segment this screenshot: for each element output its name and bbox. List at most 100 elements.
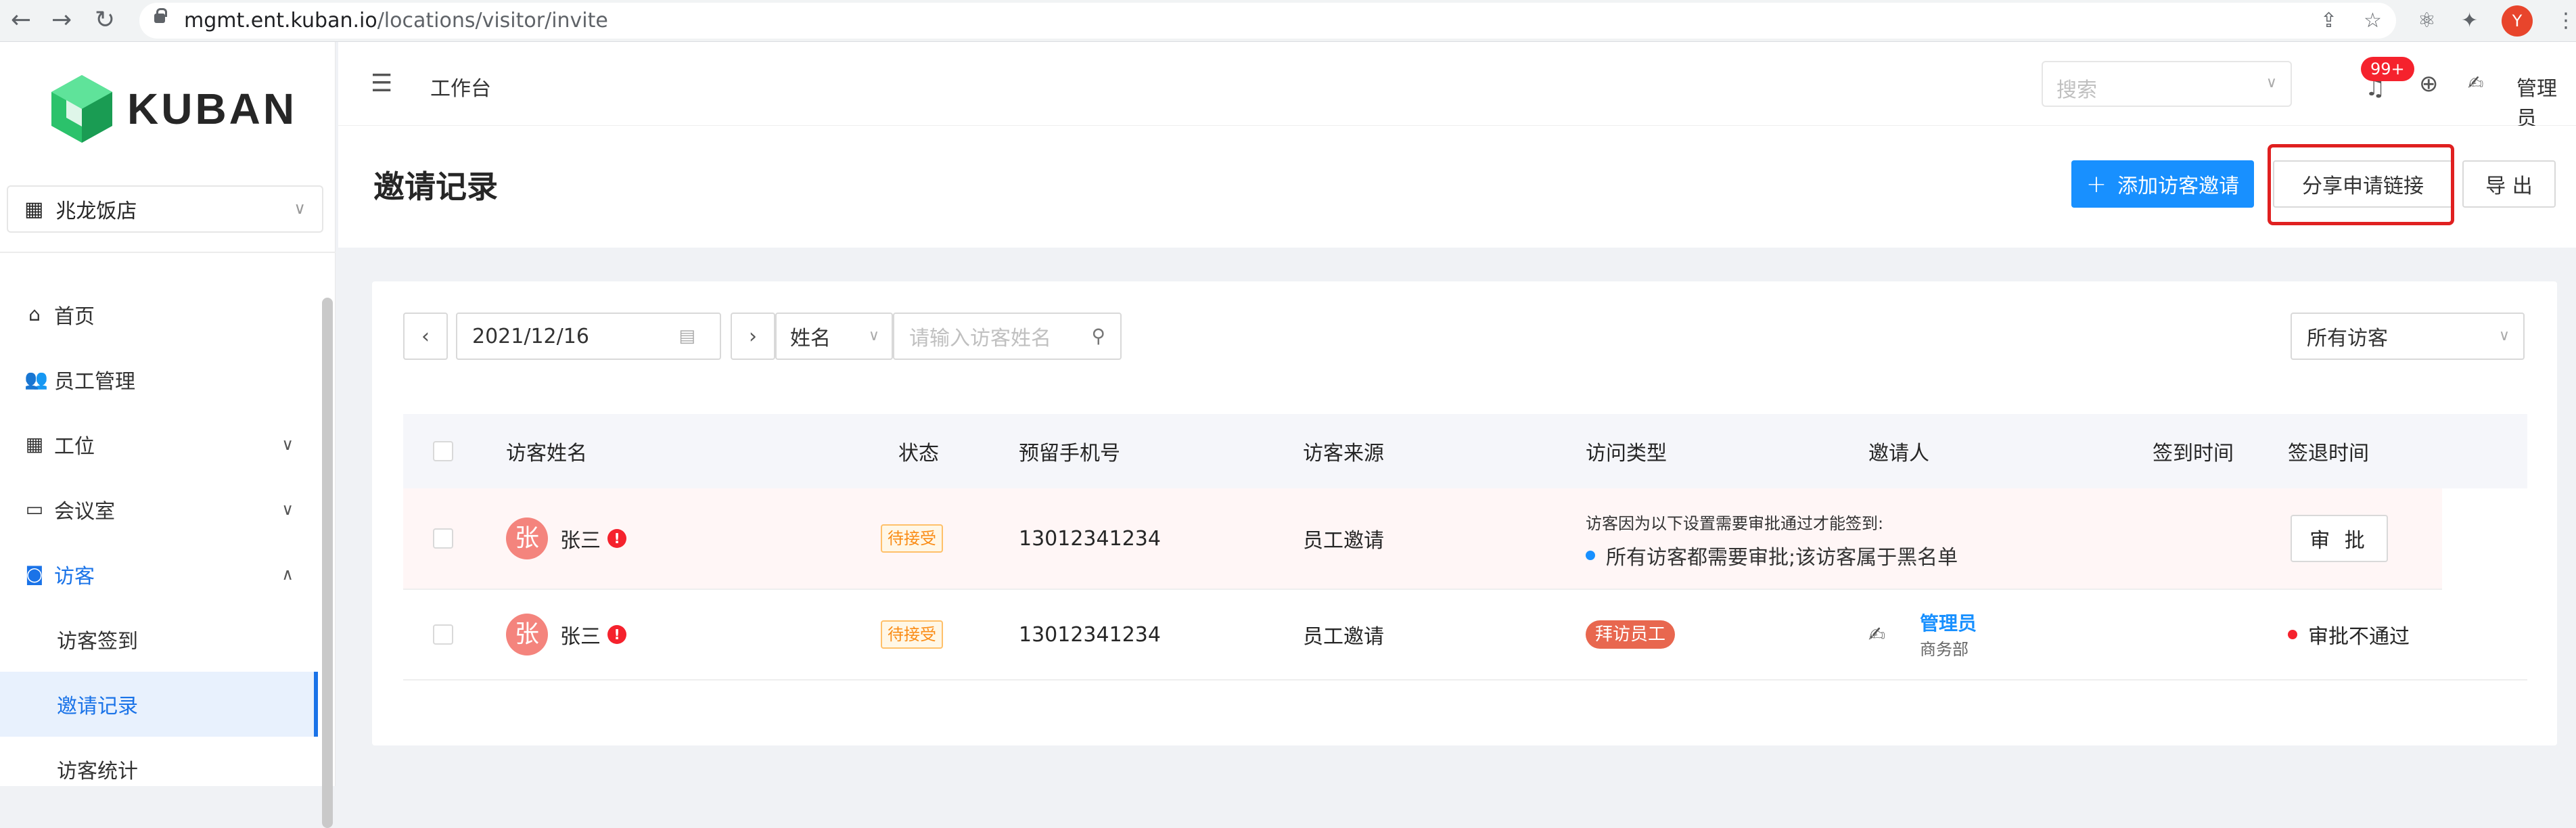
logo-text: KUBAN [127, 85, 298, 133]
column-header: 签退时间 [2288, 442, 2369, 465]
sidebar-item-meeting-rooms[interactable]: ▭ 会议室 ∨ [0, 477, 318, 542]
page-title: 邀请记录 [373, 168, 498, 205]
address-bar[interactable]: mgmt.ent.kuban.io/locations/visitor/invi… [139, 3, 2396, 39]
search-field-select[interactable]: 姓名 ∨ [775, 313, 893, 360]
approval-reason-item: 所有访客都需要审批;该访客属于黑名单 [1586, 540, 1958, 570]
globe-icon[interactable]: ⊕ [2419, 70, 2439, 97]
inviter-avatar: ✍ [1868, 622, 1886, 647]
chevron-up-icon: ∧ [281, 565, 294, 584]
phone-number: 13012341234 [1019, 526, 1161, 551]
table-row[interactable]: 张 张三 ! 待接受 13012341234 员工邀请 访客因为以下设置需要审批… [403, 488, 2527, 590]
column-header: 邀请人 [1868, 442, 1929, 465]
sidebar-item-home[interactable]: ⌂ 首页 [0, 282, 318, 347]
chevron-down-icon: ∨ [281, 435, 294, 454]
table-header: 访客姓名 状态 预留手机号 访客来源 访问类型 邀请人 签到时间 签退时间 [403, 414, 2527, 488]
top-bar: ☰ 工作台 搜索 ∨ ♫ 99+ ⊕ ✍ 管理员 [338, 42, 2576, 131]
calendar-icon: ▤ [678, 326, 695, 346]
user-name[interactable]: 管理员 [2516, 72, 2576, 131]
sidebar-item-employees[interactable]: 👥 员工管理 [0, 347, 318, 412]
profile-avatar[interactable]: Y [2502, 5, 2533, 37]
share-page-icon[interactable]: ⇪ [2320, 9, 2337, 32]
column-header: 访问类型 [1586, 442, 1667, 465]
breadcrumb[interactable]: 工作台 [430, 72, 491, 101]
highlight-annotation-box [2268, 144, 2454, 225]
visitor-source: 员工邀请 [1303, 625, 1384, 649]
collapse-menu-icon[interactable]: ☰ [371, 72, 392, 96]
inviter[interactable]: 管理员 商务部 [1920, 609, 1977, 660]
status-badge: 待接受 [881, 524, 943, 553]
add-visitor-invite-label: 添加访客邀请 [2117, 175, 2240, 198]
chevron-down-icon: ∨ [2266, 74, 2277, 91]
column-header: 状态 [898, 442, 939, 465]
sidebar-item-label: 首页 [54, 305, 95, 329]
sidebar-divider [0, 252, 336, 253]
approval-reason-title: 访客因为以下设置需要审批通过才能签到: [1586, 514, 1884, 533]
visitor-filter-value: 所有访客 [2307, 327, 2388, 350]
inviter-name[interactable]: 管理员 [1920, 609, 1977, 636]
sidebar-item-visitors[interactable]: ◙ 访客 ∧ [0, 542, 318, 607]
column-header: 访客姓名 [506, 442, 587, 465]
approve-button[interactable]: 审 批 [2291, 515, 2388, 562]
search-icon[interactable]: ⚲ [1091, 325, 1105, 347]
reload-icon[interactable]: ↻ [95, 8, 115, 32]
user-avatar[interactable]: ✍ [2468, 72, 2506, 95]
next-day-button[interactable]: › [731, 313, 775, 360]
visitor-name[interactable]: 张三 [560, 620, 601, 649]
alert-icon: ! [607, 529, 626, 548]
select-all-checkbox[interactable] [433, 441, 453, 461]
building-icon: ▦ [24, 197, 44, 221]
row-checkbox[interactable] [433, 624, 453, 645]
visitor-filter-select[interactable]: 所有访客 ∨ [2291, 313, 2525, 360]
filter-bar: ‹ 2021/12/16 ▤ › 姓名 ∨ 请输入访客姓名 ⚲ 所有访客 ∨ [403, 313, 2527, 360]
add-visitor-invite-button[interactable]: + 添加访客邀请 [2071, 160, 2254, 208]
approval-reason-text: 所有访客都需要审批;该访客属于黑名单 [1606, 546, 1958, 570]
visitor-name[interactable]: 张三 [560, 524, 601, 553]
phone-number: 13012341234 [1019, 622, 1161, 647]
react-extension-icon[interactable]: ⚛ [2418, 9, 2436, 32]
global-search-select[interactable]: 搜索 ∨ [2042, 61, 2292, 107]
browser-toolbar: ← → ↻ mgmt.ent.kuban.io/locations/visito… [0, 0, 2576, 42]
sidebar-scrollbar[interactable] [322, 298, 333, 828]
search-field-value: 姓名 [790, 327, 831, 350]
export-button[interactable]: 导 出 [2462, 160, 2556, 208]
date-value: 2021/12/16 [472, 324, 589, 348]
visitor-name-search-input[interactable]: 请输入访客姓名 ⚲ [893, 313, 1122, 360]
status-badge: 待接受 [881, 620, 943, 649]
sidebar-item-desks[interactable]: ▦ 工位 ∨ [0, 412, 318, 477]
home-icon: ⌂ [28, 303, 41, 325]
meeting-room-icon: ▭ [25, 498, 44, 520]
approval-result: 审批不通过 [2288, 620, 2410, 649]
forward-icon[interactable]: → [51, 8, 72, 32]
sidebar-item-label: 会议室 [54, 500, 115, 524]
kuban-logo-icon [51, 75, 112, 143]
column-header: 访客来源 [1303, 442, 1384, 465]
visitor-source: 员工邀请 [1303, 529, 1384, 553]
extensions-puzzle-icon[interactable]: ✦ [2461, 9, 2478, 32]
lock-icon [154, 8, 167, 23]
sidebar-subitem-visitor-stats[interactable]: 访客统计 [0, 737, 318, 802]
date-picker[interactable]: 2021/12/16 ▤ [456, 313, 721, 360]
approval-reason: 访客因为以下设置需要审批通过才能签到: 所有访客都需要审批;该访客属于黑名单 [1586, 510, 1958, 570]
chevron-down-icon: ∨ [281, 500, 294, 519]
search-input-placeholder: 请输入访客姓名 [909, 327, 1051, 350]
sidebar-subitem-visitor-signin[interactable]: 访客签到 [0, 607, 318, 672]
chevron-down-icon: ∨ [868, 327, 879, 344]
sidebar-item-label: 员工管理 [54, 370, 135, 394]
kuban-logo[interactable]: KUBAN [51, 72, 297, 146]
location-selector[interactable]: ▦ 兆龙饭店 ∨ [7, 185, 323, 233]
users-icon: 👥 [24, 368, 48, 390]
row-checkbox[interactable] [433, 528, 453, 549]
chevron-down-icon: ∨ [294, 199, 306, 218]
search-placeholder: 搜索 [2056, 78, 2097, 102]
column-header: 签到时间 [2153, 442, 2234, 465]
invite-records-table: 访客姓名 状态 预留手机号 访客来源 访问类型 邀请人 签到时间 签退时间 张 … [403, 414, 2527, 681]
table-row[interactable]: 张 张三 ! 待接受 13012341234 员工邀请 拜访员工 ✍ 管理员 商… [403, 590, 2527, 681]
previous-day-button[interactable]: ‹ [403, 313, 448, 360]
back-icon[interactable]: ← [11, 8, 31, 32]
browser-menu-icon[interactable]: ⋮ [2556, 9, 2576, 32]
sidebar: KUBAN ▦ 兆龙饭店 ∨ ⌂ 首页 👥 员工管理 ▦ 工位 ∨ ▭ 会议室 … [0, 42, 336, 828]
sidebar-subitem-invite-records[interactable]: 邀请记录 [0, 672, 318, 737]
inviter-department: 商务部 [1920, 640, 1969, 659]
approval-result-text: 审批不通过 [2308, 625, 2410, 649]
bookmark-star-icon[interactable]: ☆ [2364, 9, 2382, 32]
